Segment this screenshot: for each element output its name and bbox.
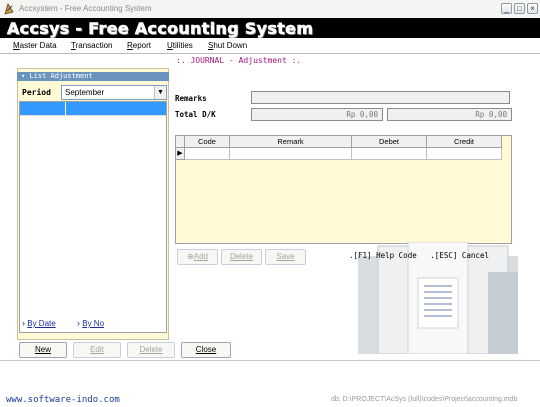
- menu-transaction[interactable]: Transaction: [71, 41, 113, 50]
- journal-title: :. JOURNAL - Adjustment :.: [176, 56, 302, 65]
- maximize-button[interactable]: □: [514, 3, 525, 14]
- list-row-selected[interactable]: [20, 102, 166, 115]
- sort-by-date-label: By Date: [27, 319, 56, 328]
- help-code-hint: .[F1] Help Code: [349, 251, 417, 260]
- menu-bar: Master Data Transaction Report Utilities…: [0, 38, 540, 54]
- add-icon: ⊕: [187, 252, 194, 261]
- website-link[interactable]: www.software-indo.com: [6, 395, 120, 405]
- edit-button[interactable]: Edit: [73, 342, 121, 358]
- edit-label: Edit: [90, 345, 104, 354]
- menu-utilities-label: tilities: [172, 41, 193, 50]
- sort-by-no-label: By No: [82, 319, 105, 328]
- close-window-button[interactable]: ×: [527, 3, 538, 14]
- total-dk-label: Total D/K: [175, 110, 216, 119]
- add-button[interactable]: ⊕ Add: [177, 249, 218, 265]
- remarks-field[interactable]: [251, 91, 510, 104]
- save-button[interactable]: Save: [265, 249, 306, 265]
- list-adjustment-title: List Adjustment: [29, 72, 93, 80]
- column-header-remark[interactable]: Remark: [230, 136, 352, 148]
- row-indicator-icon: ▶: [176, 148, 185, 160]
- menu-master-data-hotkey: M: [13, 41, 20, 50]
- cell-debet[interactable]: [352, 148, 427, 160]
- menu-report[interactable]: Report: [127, 41, 151, 50]
- period-value: September: [65, 88, 105, 97]
- banner-title: Accsys - Free Accounting System: [7, 19, 314, 39]
- cell-credit[interactable]: [427, 148, 502, 160]
- sort-by-no-link[interactable]: › By No: [77, 318, 104, 328]
- dropdown-arrow-icon[interactable]: ▼: [154, 86, 166, 99]
- grid-corner: [176, 136, 185, 148]
- close-button[interactable]: Close: [181, 342, 231, 358]
- minimize-button[interactable]: _: [501, 3, 512, 14]
- cell-code[interactable]: [185, 148, 230, 160]
- cancel-hint: .[ESC] Cancel: [430, 251, 489, 260]
- list-adjustment-header: ▾ List Adjustment: [17, 72, 169, 81]
- delete-label: Delete: [139, 345, 163, 354]
- period-dropdown[interactable]: September ▼: [61, 85, 167, 100]
- new-button[interactable]: New: [19, 342, 67, 358]
- chevron-right-icon: ›: [22, 318, 25, 328]
- delete-line-label: Delete: [229, 252, 254, 261]
- status-separator: [0, 360, 540, 361]
- column-header-credit[interactable]: Credit: [427, 136, 502, 148]
- menu-shut-down[interactable]: Shut Down: [208, 41, 247, 50]
- menu-master-data[interactable]: Master Data: [13, 41, 57, 50]
- total-debit-field: Rp 0,00: [251, 108, 383, 121]
- list-row-divider: [20, 115, 166, 116]
- menu-master-data-label: aster Data: [19, 41, 57, 50]
- cell-remark[interactable]: [230, 148, 352, 160]
- app-banner: Accsys - Free Accounting System: [0, 18, 540, 38]
- menu-utilities[interactable]: Utilities: [167, 41, 193, 50]
- close-label: Close: [195, 345, 217, 354]
- menu-report-label: eport: [132, 41, 152, 50]
- total-credit-field: Rp 0,00: [387, 108, 512, 121]
- save-label: Save: [276, 252, 295, 261]
- column-header-debet[interactable]: Debet: [352, 136, 427, 148]
- chevron-right-icon: ›: [77, 318, 80, 328]
- window-title: Accsystem - Free Accounting System: [19, 4, 152, 13]
- delete-button[interactable]: Delete: [127, 342, 175, 358]
- delete-line-button[interactable]: Delete: [221, 249, 262, 265]
- list-column-divider: [65, 102, 66, 115]
- period-label: Period: [22, 88, 51, 97]
- help-hint: .[F1] Help Code .[ESC] Cancel: [349, 251, 489, 260]
- menu-shut-down-label: hut Down: [213, 41, 248, 50]
- window-title-bar: Accsystem - Free Accounting System _ □ ×: [0, 0, 540, 18]
- app-icon: [4, 3, 14, 15]
- journal-entry-grid[interactable]: Code Remark Debet Credit ▶: [175, 135, 512, 244]
- add-label: Add: [193, 252, 208, 261]
- database-path: db: D:\PROJECT\AcSys (full)\codes\Projec…: [331, 396, 518, 403]
- menu-transaction-label: ransaction: [75, 41, 113, 50]
- sort-by-date-link[interactable]: › By Date: [22, 318, 56, 328]
- adjustment-list[interactable]: [19, 101, 167, 333]
- remarks-label: Remarks: [175, 94, 207, 103]
- new-label: New: [34, 345, 51, 354]
- column-header-code[interactable]: Code: [185, 136, 230, 148]
